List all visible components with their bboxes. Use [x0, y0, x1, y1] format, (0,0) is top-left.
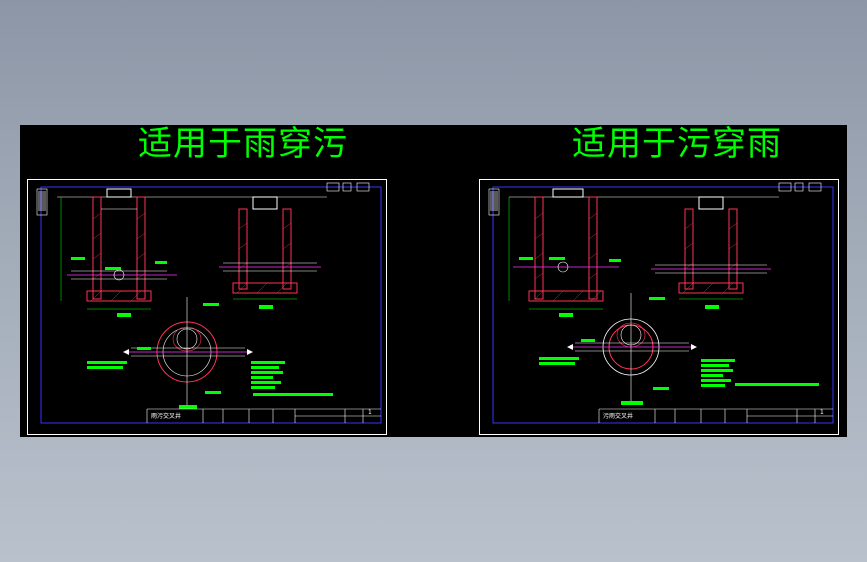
cad-drawing-right — [479, 179, 839, 435]
drawing-canvas[interactable]: 适用于雨穿污 适用于污穿雨 雨污交叉井 1 污雨交叉井 1 — [20, 125, 847, 437]
title-block-name: 雨污交叉井 — [151, 413, 182, 420]
drawing-sheet-right[interactable]: 污雨交叉井 1 — [479, 179, 839, 435]
right-drawing-title: 适用于污穿雨 — [572, 124, 782, 164]
left-drawing-title: 适用于雨穿污 — [138, 124, 348, 164]
title-block-sheet-no: 1 — [368, 409, 372, 416]
section-a — [86, 188, 152, 302]
title-block-name: 污雨交叉井 — [603, 413, 634, 420]
cad-drawing-left — [27, 179, 387, 435]
drawing-sheet-left[interactable]: 雨污交叉井 1 — [27, 179, 387, 435]
title-block-sheet-no: 1 — [820, 409, 824, 416]
